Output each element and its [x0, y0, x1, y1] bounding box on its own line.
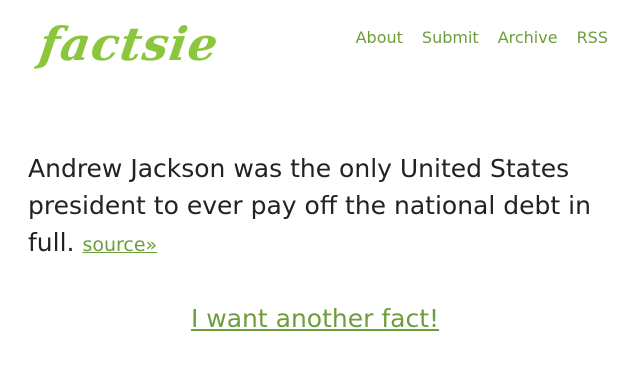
another-fact-container: I want another fact! [0, 302, 630, 336]
source-link[interactable]: source» [82, 234, 157, 256]
top-nav: About Submit Archive RSS [356, 28, 608, 48]
nav-link-submit[interactable]: Submit [422, 28, 479, 48]
nav-link-rss[interactable]: RSS [577, 28, 608, 48]
nav-link-about[interactable]: About [356, 28, 403, 48]
another-fact-link[interactable]: I want another fact! [191, 304, 439, 333]
nav-link-archive[interactable]: Archive [498, 28, 558, 48]
site-logo[interactable]: factsie [36, 14, 223, 74]
fact-paragraph: Andrew Jackson was the only United State… [28, 150, 618, 264]
